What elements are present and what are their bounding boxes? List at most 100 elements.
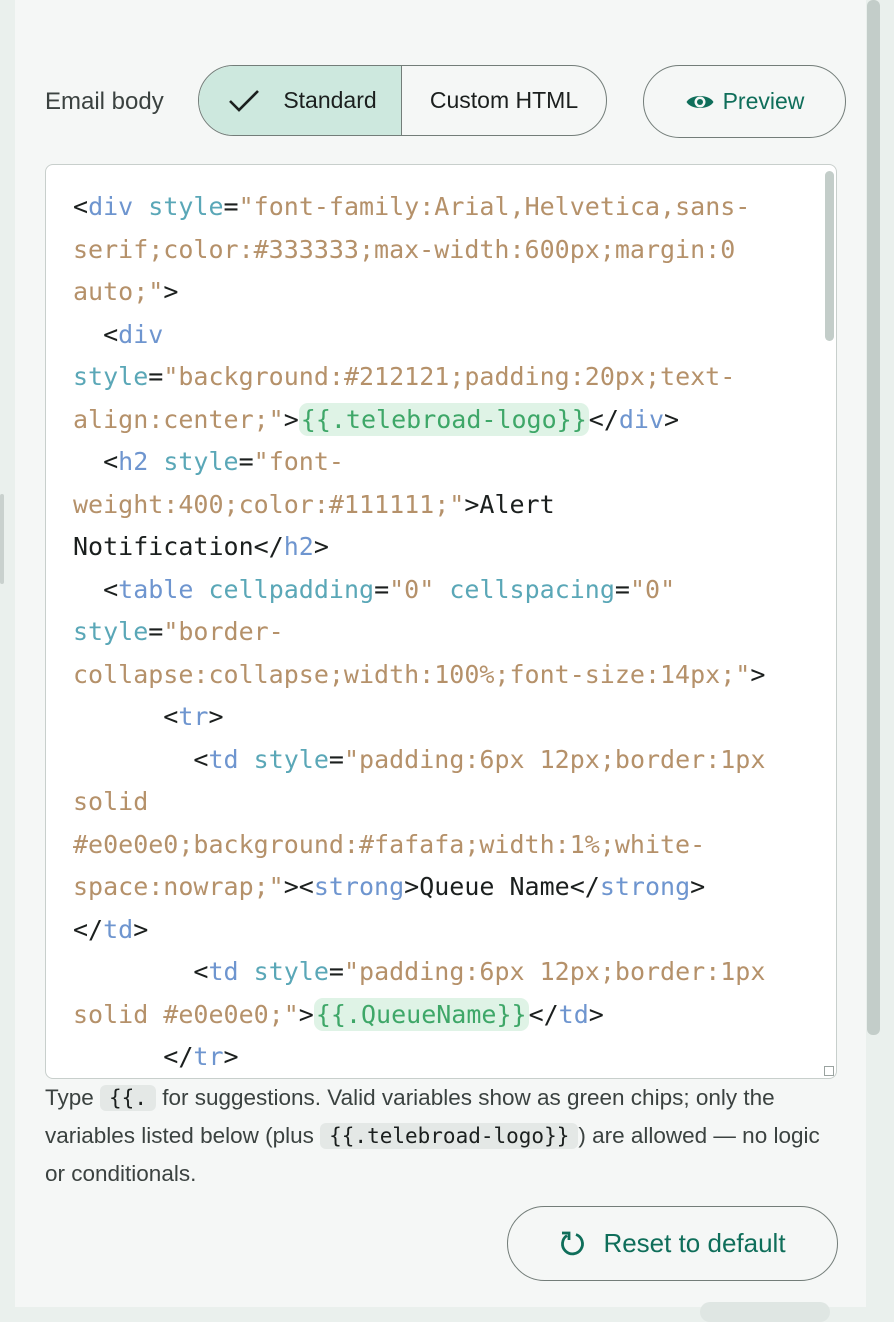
- html-tag-name: td: [558, 999, 589, 1029]
- html-code-editor[interactable]: <div style="font-family:Arial,Helvetica,…: [45, 164, 837, 1079]
- code-line: serif;color:#333333;max-width:600px;marg…: [73, 229, 813, 272]
- code-punctuation: ><: [283, 872, 314, 901]
- code-punctuation: <: [73, 702, 179, 731]
- code-punctuation: >: [464, 489, 480, 519]
- code-punctuation: =: [614, 574, 630, 604]
- html-attribute: style: [253, 957, 329, 986]
- html-tag-name: td: [208, 744, 239, 774]
- code-punctuation: >: [163, 277, 179, 306]
- code-line: <tr>: [73, 696, 813, 739]
- html-attribute-value: auto;": [73, 277, 164, 306]
- html-attribute-value: weight:400;color:#111111;": [73, 489, 465, 519]
- code-punctuation: </: [73, 1042, 194, 1071]
- code-line: <td style="padding:6px 12px;border:1px: [73, 739, 813, 782]
- code-line: <table cellpadding="0" cellspacing="0": [73, 569, 813, 612]
- code-punctuation: =: [238, 447, 254, 476]
- code-punctuation: >: [133, 914, 149, 944]
- html-tag-name: td: [103, 914, 134, 944]
- html-attribute-value: #e0e0e0;background:#fafafa;width:1%;whit…: [73, 829, 706, 859]
- html-tag-name: div: [88, 192, 134, 221]
- editor-resize-grip[interactable]: [824, 1066, 834, 1076]
- panel-resize-handle[interactable]: [0, 494, 4, 584]
- code-line: <td style="padding:6px 12px;border:1px: [73, 951, 813, 994]
- code-line: style="background:#212121;padding:20px;t…: [73, 356, 813, 399]
- eye-icon: [685, 91, 715, 113]
- code-line: weight:400;color:#111111;">Alert: [73, 484, 813, 527]
- html-attribute-value: "font-family:Arial,Helvetica,sans-: [238, 192, 751, 221]
- logo-variable-code: {{.telebroad-logo}}: [320, 1123, 579, 1149]
- code-punctuation: </: [73, 914, 104, 944]
- html-attribute: style: [163, 447, 239, 476]
- code-punctuation: >: [404, 872, 420, 901]
- code-punctuation: [148, 447, 163, 476]
- code-punctuation: >: [664, 404, 680, 434]
- code-punctuation: >: [750, 659, 766, 689]
- code-punctuation: <: [73, 192, 89, 221]
- html-tag-name: h2: [118, 447, 149, 476]
- code-punctuation: =: [148, 362, 164, 391]
- code-punctuation: <: [73, 319, 119, 349]
- code-punctuation: =: [328, 744, 344, 774]
- next-control[interactable]: [700, 1302, 830, 1322]
- code-line: <div style="font-family:Arial,Helvetica,…: [73, 186, 813, 229]
- mode-standard-label: Standard: [283, 87, 377, 113]
- code-line: space:nowrap;"><strong>Queue Name</stron…: [73, 866, 813, 909]
- mode-standard-button[interactable]: Standard: [199, 66, 402, 135]
- html-attribute-value: serif;color:#333333;max-width:600px;marg…: [73, 234, 736, 264]
- html-tag-name: h2: [283, 532, 314, 561]
- html-attribute: cellpadding: [208, 574, 375, 604]
- email-body-label: Email body: [45, 88, 164, 115]
- code-punctuation: [193, 575, 208, 604]
- html-attribute-value: space:nowrap;": [73, 872, 284, 901]
- code-punctuation: =: [148, 617, 164, 646]
- code-punctuation: >: [313, 532, 329, 561]
- code-line: style="border-: [73, 611, 813, 654]
- code-punctuation: =: [374, 574, 390, 604]
- preview-button[interactable]: Preview: [643, 65, 846, 138]
- code-content[interactable]: <div style="font-family:Arial,Helvetica,…: [73, 186, 813, 1078]
- variable-chip[interactable]: {{.QueueName}}: [313, 997, 529, 1031]
- html-attribute: style: [148, 192, 224, 221]
- html-attribute-value: "background:#212121;padding:20px;text-: [163, 362, 736, 391]
- code-punctuation: >: [690, 872, 706, 901]
- code-punctuation: </: [569, 872, 600, 901]
- code-line: align:center;">{{.telebroad-logo}}</div>: [73, 399, 813, 442]
- code-line: auto;">: [73, 271, 813, 314]
- page-scrollbar[interactable]: [867, 0, 880, 1035]
- html-attribute-value: solid #e0e0e0;": [73, 999, 299, 1029]
- code-punctuation: >: [298, 999, 314, 1029]
- html-attribute: style: [253, 744, 329, 774]
- html-tag-name: tr: [193, 1042, 224, 1071]
- html-tag-name: div: [618, 404, 665, 434]
- reset-to-default-button[interactable]: Reset to default: [507, 1206, 838, 1281]
- code-text: Queue Name: [419, 872, 570, 901]
- html-attribute-value: "padding:6px 12px;border:1px: [343, 957, 766, 986]
- code-line: solid #e0e0e0;">{{.QueueName}}</td>: [73, 994, 813, 1037]
- code-line: </td>: [73, 909, 813, 952]
- html-attribute: cellspacing: [449, 574, 615, 604]
- html-attribute-value: "border-: [163, 617, 284, 646]
- email-body-mode-toggle: Standard Custom HTML: [198, 65, 607, 136]
- code-punctuation: >: [588, 999, 604, 1029]
- html-tag-name: strong: [599, 872, 691, 901]
- help-text-part-1: Type: [45, 1085, 101, 1110]
- mode-custom-html-label: Custom HTML: [429, 87, 579, 113]
- code-punctuation: =: [328, 957, 344, 986]
- mode-custom-html-button[interactable]: Custom HTML: [402, 66, 606, 135]
- code-line: </tr>: [73, 1036, 813, 1078]
- html-tag-name: div: [118, 319, 164, 349]
- html-tag-name: tr: [178, 702, 209, 731]
- code-line: #e0e0e0;background:#fafafa;width:1%;whit…: [73, 824, 813, 867]
- code-punctuation: =: [223, 192, 239, 221]
- reset-label: Reset to default: [603, 1228, 786, 1258]
- code-punctuation: [239, 745, 254, 774]
- code-line: <div: [73, 314, 813, 357]
- code-punctuation: </: [253, 532, 284, 561]
- html-attribute-value: "0": [629, 574, 676, 604]
- code-line: solid: [73, 781, 813, 824]
- code-punctuation: >: [223, 1042, 239, 1071]
- code-punctuation: </: [528, 999, 559, 1029]
- editor-scrollbar[interactable]: [825, 171, 834, 341]
- reset-icon: [559, 1230, 587, 1258]
- variable-chip[interactable]: {{.telebroad-logo}}: [298, 402, 589, 436]
